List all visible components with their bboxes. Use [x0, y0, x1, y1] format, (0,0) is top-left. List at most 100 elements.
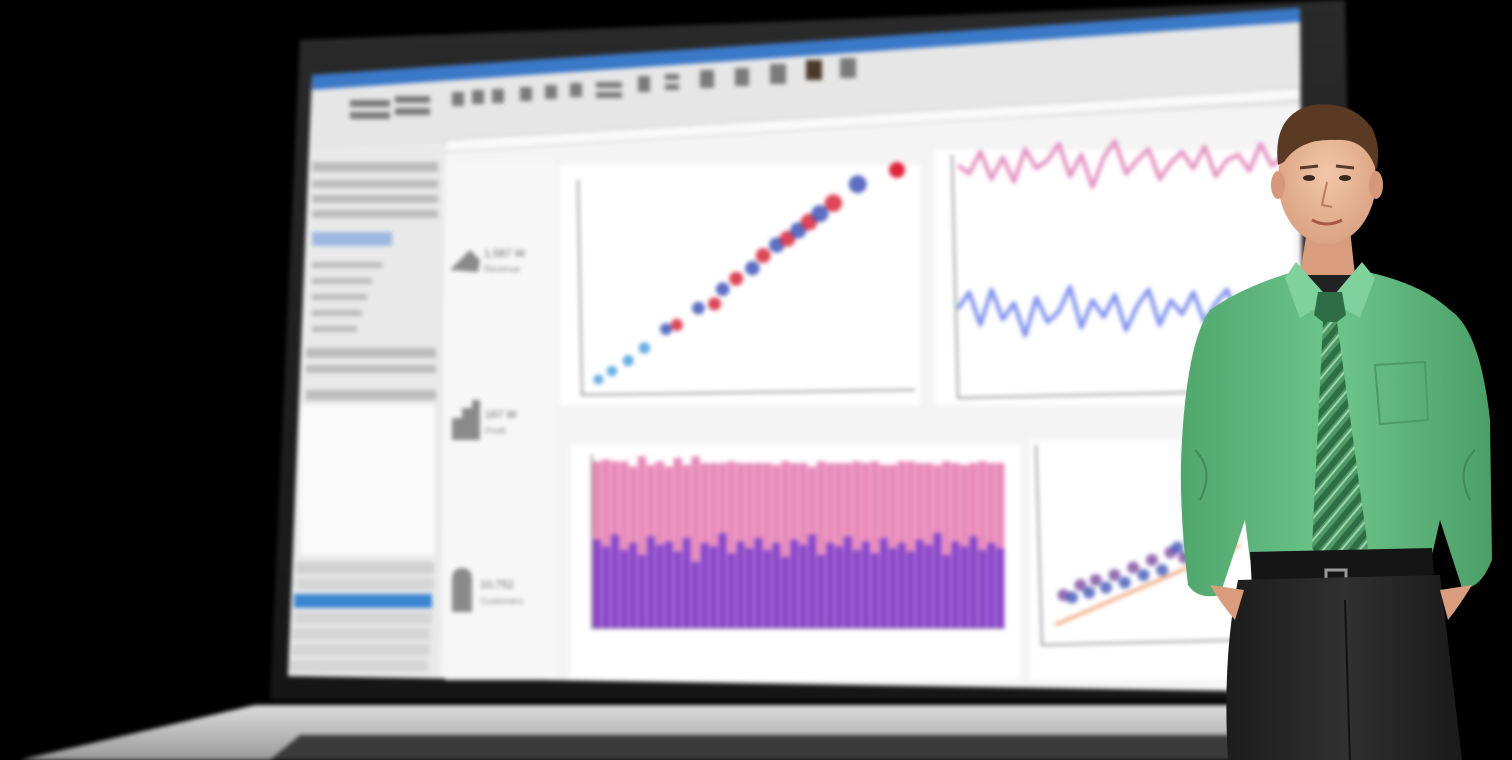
ribbon-button[interactable] — [350, 100, 390, 107]
scatter-point — [708, 297, 722, 311]
bar-segment-top — [628, 466, 638, 543]
sidebar-item[interactable] — [312, 294, 367, 300]
toolbar-icon[interactable] — [596, 92, 622, 98]
sidebar-item[interactable] — [306, 365, 436, 373]
stock-photo-scene: 1,587 W Revenue 167 W Profit 10,752 Cust… — [20, 0, 1492, 760]
sidebar-list-item[interactable] — [292, 644, 430, 656]
toolbar-icon[interactable] — [700, 70, 714, 88]
right-eye — [1339, 175, 1351, 181]
sidebar-item[interactable] — [312, 278, 372, 284]
sidebar-item[interactable] — [312, 180, 438, 188]
bar-segment-bottom — [978, 549, 987, 628]
sidebar-item[interactable] — [306, 348, 436, 358]
scatter-point — [670, 318, 683, 332]
toolbar-icon[interactable] — [545, 85, 557, 99]
bar-segment-bottom — [816, 554, 826, 628]
toolbar-icon[interactable] — [452, 92, 464, 106]
toolbar-icon[interactable] — [806, 60, 822, 80]
bar-segment-top — [610, 461, 620, 535]
sidebar-list-item[interactable] — [292, 628, 430, 640]
bar-segment-top — [790, 463, 799, 540]
bar-segment-bottom — [843, 536, 853, 628]
bar-segment-bottom — [637, 554, 647, 628]
bar-segment-bottom — [852, 549, 862, 628]
scatter-point — [755, 248, 771, 264]
sidebar-item[interactable] — [312, 310, 362, 316]
toolbar-icon[interactable] — [770, 64, 786, 84]
scatter-point — [1100, 581, 1112, 594]
bar-segment-top — [754, 463, 763, 538]
toolbar-icon[interactable] — [638, 76, 650, 92]
scatter-point — [1083, 586, 1095, 599]
sidebar-list-item[interactable] — [296, 562, 434, 574]
scatter-point — [1145, 554, 1158, 566]
sidebar-item[interactable] — [306, 390, 436, 400]
ribbon-button[interactable] — [350, 112, 390, 119]
bar-segment-bottom — [861, 541, 871, 628]
scatter-point — [1089, 574, 1102, 586]
sidebar-item[interactable] — [312, 162, 438, 172]
bar-segment-bottom — [727, 553, 736, 628]
sidebar-item[interactable] — [312, 195, 438, 203]
ribbon-button[interactable] — [395, 108, 430, 115]
bar-segment-bottom — [888, 548, 897, 628]
bar-segment-bottom — [646, 536, 656, 628]
bar-segment-top — [825, 463, 835, 543]
bar-segment-bottom — [655, 544, 665, 628]
scatter-point — [692, 301, 705, 315]
scatter-point — [729, 271, 744, 286]
bar-segment-top — [619, 461, 629, 550]
bar-segment-top — [593, 461, 602, 540]
scatter-point — [660, 323, 672, 335]
scatter-point — [1108, 569, 1121, 581]
scatter-point — [824, 194, 843, 212]
bar-segment-bottom — [987, 543, 996, 628]
sidebar-item[interactable] — [312, 232, 392, 246]
bar-segment-bottom — [700, 543, 709, 628]
bar-segment-top — [763, 463, 772, 550]
scatter-point — [715, 282, 730, 296]
bar-segment-bottom — [754, 537, 763, 628]
scatter-point — [1118, 576, 1131, 589]
bar-segment-top — [673, 458, 682, 552]
bar-segment-bottom — [664, 541, 674, 628]
sidebar-list-item-selected[interactable] — [294, 594, 432, 608]
toolbar-icon[interactable] — [596, 82, 622, 88]
bar-segment-top — [951, 463, 960, 542]
bar-segment-top — [888, 464, 897, 549]
bar-segment-bottom — [763, 549, 772, 628]
bar-segment-top — [861, 463, 871, 542]
bar-segment-bottom — [682, 537, 691, 628]
bar-segment-bottom — [601, 546, 611, 628]
toolbar-icon[interactable] — [472, 90, 484, 104]
bar-segment-bottom — [628, 543, 638, 628]
bar-segment-top — [942, 461, 951, 555]
sidebar-item[interactable] — [312, 210, 438, 218]
bar-segment-top — [870, 461, 880, 554]
toolbar-icon[interactable] — [840, 58, 856, 78]
sidebar-list-item[interactable] — [290, 660, 428, 672]
bar-segment-top — [852, 461, 862, 550]
toolbar-icon[interactable] — [665, 74, 679, 80]
toolbar-icon[interactable] — [665, 84, 679, 90]
bar-segment-top — [924, 463, 933, 545]
toolbar-icon[interactable] — [520, 87, 532, 101]
toolbar-icon[interactable] — [492, 89, 504, 103]
sidebar-list-item[interactable] — [294, 612, 432, 624]
kpi-value: 167 W — [485, 409, 517, 421]
scatter-point — [1066, 591, 1078, 604]
toolbar-icon[interactable] — [735, 68, 749, 86]
bar-segment-bottom — [610, 534, 620, 628]
toolbar-icon[interactable] — [570, 83, 582, 97]
sidebar-item[interactable] — [312, 262, 382, 268]
kpi-value: 10,752 — [480, 579, 514, 591]
ribbon-button[interactable] — [395, 96, 430, 103]
bar-segment-bottom — [799, 544, 808, 628]
sidebar-item[interactable] — [312, 326, 357, 332]
sidebar-list-item[interactable] — [296, 578, 434, 590]
bar-segment-bottom — [870, 553, 880, 628]
scatter-outlier-point — [889, 162, 905, 178]
bar-segment-bottom — [924, 544, 933, 628]
scatter-point — [848, 175, 867, 194]
bar-segment-bottom — [951, 541, 960, 628]
